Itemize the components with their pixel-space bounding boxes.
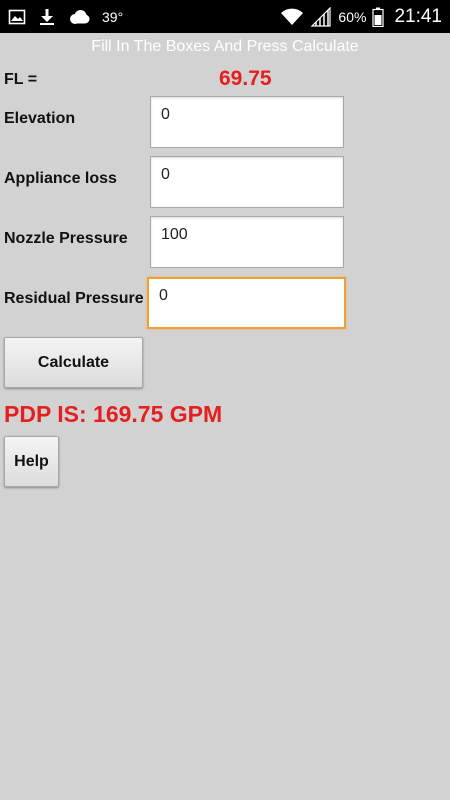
nozzle-pressure-label: Nozzle Pressure xyxy=(4,230,128,247)
fl-label: FL = xyxy=(4,71,38,88)
cloud-icon xyxy=(68,9,90,25)
residual-pressure-input[interactable] xyxy=(147,277,346,329)
residual-pressure-label: Residual Pressure xyxy=(4,290,144,307)
elevation-input[interactable] xyxy=(150,96,344,148)
result-text: PDP IS: 169.75 GPM xyxy=(4,401,223,427)
page-title: Fill In The Boxes And Press Calculate xyxy=(91,38,359,55)
elevation-label: Elevation xyxy=(4,110,76,127)
nozzle-pressure-input[interactable] xyxy=(150,216,344,268)
wifi-icon xyxy=(280,7,304,27)
calculate-button[interactable]: Calculate xyxy=(4,337,143,388)
status-bar: 39° 60% 21:41 xyxy=(0,0,450,33)
appliance-loss-label: Appliance loss xyxy=(4,170,117,187)
temperature-text: 39° xyxy=(102,8,124,25)
signal-icon xyxy=(310,6,332,27)
battery-icon xyxy=(372,7,385,27)
clock-time: 21:41 xyxy=(394,5,442,27)
download-icon xyxy=(38,8,56,26)
battery-percent: 60% xyxy=(338,8,367,25)
help-button[interactable]: Help xyxy=(4,436,59,487)
gallery-icon xyxy=(8,8,26,26)
appliance-loss-input[interactable] xyxy=(150,156,344,208)
fl-value: 69.75 xyxy=(219,67,272,90)
